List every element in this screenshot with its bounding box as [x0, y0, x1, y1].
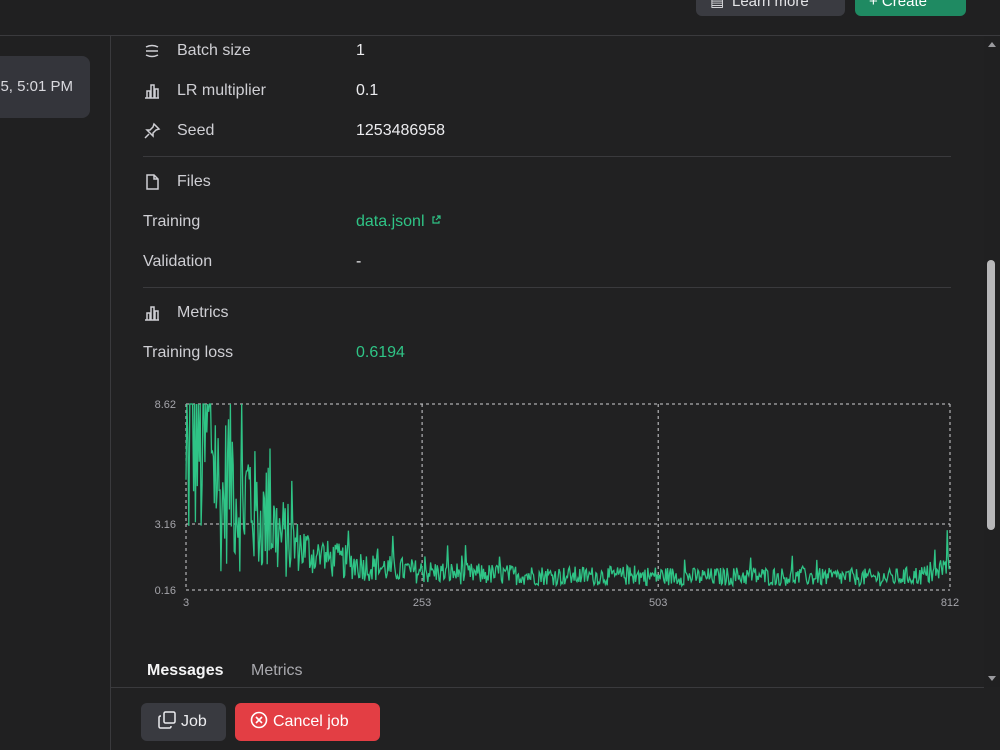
training-file-name: data.jsonl: [356, 213, 425, 230]
layers-icon: [145, 44, 159, 58]
tab-messages[interactable]: Messages: [147, 662, 224, 680]
training-file-label: Training: [143, 213, 201, 230]
create-button[interactable]: + Create: [855, 0, 966, 16]
learn-more-label: Learn more: [732, 0, 809, 10]
chart-x-tick-label: 253: [413, 597, 431, 609]
chart-x-tick-label: 503: [649, 597, 667, 609]
hyperparam-value: 1253486958: [356, 122, 445, 139]
file-icon: [146, 174, 159, 190]
close-circle-icon: [250, 711, 268, 729]
scrollbar-thumb[interactable]: [987, 260, 995, 530]
create-label: + Create: [869, 0, 927, 10]
hyperparam-value: 0.1: [356, 82, 379, 99]
metrics-heading: Metrics: [177, 304, 229, 321]
chart-x-tick-label: 812: [941, 597, 959, 609]
scroll-up-icon[interactable]: [987, 40, 997, 48]
copy-icon: [158, 711, 176, 729]
section-divider: [143, 156, 951, 157]
hyperparam-row-batch-size: Batch size 1: [143, 37, 951, 65]
chart-y-tick-label: 0.16: [155, 585, 176, 597]
section-divider: [143, 287, 951, 288]
training-loss-chart-svg: 8.62 3.16 0.16 3 253 503 812: [155, 399, 960, 609]
validation-file-value: -: [356, 253, 362, 270]
scroll-down-icon[interactable]: [987, 675, 997, 683]
job-button[interactable]: Job: [141, 703, 226, 741]
book-icon: ▤: [710, 0, 725, 10]
bar-chart-icon: [145, 84, 159, 99]
hyperparam-label: LR multiplier: [177, 82, 266, 99]
job-list-panel: 25, 5:01 PM: [0, 36, 111, 750]
job-list-item[interactable]: 25, 5:01 PM: [0, 56, 90, 118]
hyperparam-value: 1: [356, 42, 365, 59]
hyperparam-label: Seed: [177, 122, 215, 139]
top-bar: ▤ Learn more + Create: [0, 0, 1000, 36]
bottom-action-bar: Job Cancel job: [111, 687, 984, 750]
hyperparam-row-lr-multiplier: LR multiplier 0.1: [143, 77, 951, 105]
validation-file-label: Validation: [143, 253, 213, 270]
training-loss-row: Training loss 0.6194: [143, 339, 951, 367]
files-heading: Files: [177, 173, 211, 190]
cancel-job-button[interactable]: Cancel job: [235, 703, 380, 741]
hyperparam-row-seed: Seed 1253486958: [143, 117, 951, 145]
external-link-icon: [431, 215, 441, 224]
training-loss-value: 0.6194: [356, 344, 405, 361]
chart-x-tick-label: 3: [183, 597, 189, 609]
job-timestamp: 25, 5:01 PM: [0, 78, 73, 95]
job-button-label: Job: [181, 713, 207, 730]
chart-y-tick-label: 3.16: [155, 519, 176, 531]
chart-series-line: [185, 403, 950, 588]
hyperparam-label: Batch size: [177, 42, 251, 59]
files-heading-row: Files: [143, 168, 951, 196]
cancel-job-label: Cancel job: [273, 713, 349, 730]
metrics-heading-row: Metrics: [143, 299, 951, 327]
validation-file-row: Validation -: [143, 248, 951, 276]
learn-more-button[interactable]: ▤ Learn more: [696, 0, 845, 16]
job-detail-panel: Batch size 1 LR multiplier 0.1 Seed 1253…: [111, 36, 984, 687]
tab-metrics[interactable]: Metrics: [251, 662, 303, 680]
training-file-link[interactable]: data.jsonl: [356, 208, 441, 236]
chart-y-tick-label: 8.62: [155, 399, 176, 411]
training-file-row: Training data.jsonl: [143, 208, 951, 236]
main-scrollbar[interactable]: [984, 36, 1000, 687]
bar-chart-icon: [145, 306, 159, 321]
training-loss-label: Training loss: [143, 344, 234, 361]
training-loss-chart: 8.62 3.16 0.16 3 253 503 812: [141, 393, 961, 623]
pin-icon: [144, 122, 161, 139]
